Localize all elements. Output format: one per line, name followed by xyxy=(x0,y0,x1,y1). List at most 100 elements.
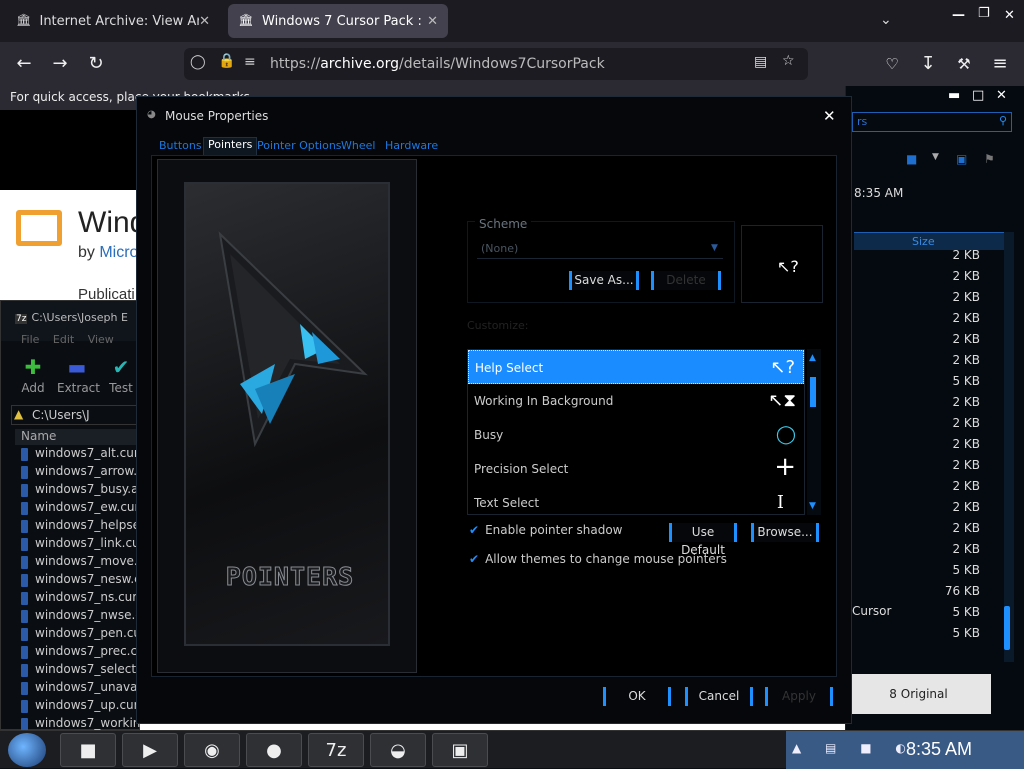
restore-button[interactable]: ❐ xyxy=(978,6,990,21)
file-row[interactable]: windows7_move.c xyxy=(15,554,141,572)
file-row[interactable]: windows7_ns.cur xyxy=(15,590,141,608)
browse-button[interactable]: Browse... xyxy=(751,523,819,542)
test-button[interactable]: ✔ Test xyxy=(101,355,141,395)
mouse-icon[interactable]: ◒ xyxy=(370,733,426,767)
tray-icons[interactable]: ▲ ▤ ■ ◐ xyxy=(792,741,916,755)
lock-icon[interactable]: 🔒 xyxy=(218,53,235,69)
scheme-dropdown[interactable]: (None) xyxy=(477,239,723,259)
file-row[interactable]: windows7_up.cur xyxy=(15,698,141,716)
list-scrollbar[interactable] xyxy=(807,349,821,515)
tab-internet-archive[interactable]: 🏛 Internet Archive: View Archive ✕ xyxy=(6,4,220,38)
help-icon[interactable]: ⚑ xyxy=(984,152,995,166)
tab-list-chevron-icon[interactable]: ⌄ xyxy=(880,12,892,28)
7zip-menu[interactable]: File Edit View xyxy=(1,331,141,349)
apply-button[interactable]: Apply xyxy=(765,687,833,706)
cursor-item-working[interactable]: Working In Background ↖⧗ xyxy=(468,384,804,418)
search-input[interactable]: rs ⚲ xyxy=(852,112,1012,132)
file-row[interactable]: windows7_prec.cu xyxy=(15,644,141,662)
checkmark-icon: ✔ xyxy=(469,552,480,566)
terminal-icon[interactable]: ■ xyxy=(60,733,116,767)
tab-bar: 🏛 Internet Archive: View Archive ✕ 🏛 Win… xyxy=(0,0,1024,42)
pocket-icon[interactable]: ♡ xyxy=(878,50,906,78)
search-text: rs xyxy=(857,115,868,128)
clock[interactable]: 8:35 AM xyxy=(906,739,972,760)
delete-button[interactable]: Delete xyxy=(651,271,721,290)
file-row[interactable]: windows7_busy.an xyxy=(15,482,141,500)
file-row[interactable]: windows7_ew.cur xyxy=(15,500,141,518)
file-row[interactable]: windows7_helpsel xyxy=(15,518,141,536)
menu-icon[interactable]: ≡ xyxy=(986,50,1014,78)
cursor-item-busy[interactable]: Busy ◯ xyxy=(468,418,804,452)
dropdown-icon[interactable]: ▼ xyxy=(932,152,939,162)
permissions-icon[interactable]: ≡ xyxy=(244,54,256,70)
maximize-button[interactable]: □ xyxy=(972,88,984,103)
file-size-cell: 76 KB xyxy=(944,584,980,598)
search-icon[interactable]: ⚲ xyxy=(999,114,1007,127)
scroll-up-icon[interactable]: ▲ xyxy=(809,353,816,363)
7zip-icon[interactable]: 7z xyxy=(308,733,364,767)
path-input[interactable]: ▲ C:\Users\J xyxy=(11,405,141,425)
tab-cursor-pack[interactable]: 🏛 Windows 7 Cursor Pack : Mic ✕ xyxy=(228,4,448,38)
minimize-button[interactable]: — xyxy=(952,8,965,23)
file-row[interactable]: windows7_pen.cu xyxy=(15,626,141,644)
chevron-down-icon[interactable]: ▼ xyxy=(711,243,718,253)
name-column-header[interactable]: Name xyxy=(15,429,141,445)
use-default-button[interactable]: Use Default xyxy=(669,523,737,557)
back-arrow-icon[interactable]: ← xyxy=(10,50,38,78)
allow-themes-checkbox[interactable]: ✔ Allow themes to change mouse pointers xyxy=(469,552,727,566)
scrollbar-thumb[interactable] xyxy=(1004,606,1010,650)
media-player-icon[interactable]: ▶ xyxy=(122,733,178,767)
cursor-item-help-select[interactable]: Help Select ↖? xyxy=(468,350,804,384)
display-icon[interactable]: ▣ xyxy=(432,733,488,767)
reader-view-icon[interactable]: ▤ xyxy=(754,54,767,70)
author-link[interactable]: Micro xyxy=(99,244,138,261)
extensions-icon[interactable]: ⚒ xyxy=(950,50,978,78)
reload-icon[interactable]: ↻ xyxy=(82,50,110,78)
tab-wheel[interactable]: Wheel xyxy=(341,139,375,152)
add-button[interactable]: ✚ Add xyxy=(13,355,53,395)
list-scroll-thumb[interactable] xyxy=(810,377,816,407)
tab-pointer-options[interactable]: Pointer Options xyxy=(257,139,342,152)
cursor-list[interactable]: Help Select ↖? Working In Background ↖⧗ Bu… xyxy=(467,349,805,515)
file-row[interactable]: windows7_nesw.c xyxy=(15,572,141,590)
scheme-label: Scheme xyxy=(475,217,532,231)
cursor-item-text[interactable]: Text Select I xyxy=(468,486,804,514)
shield-icon[interactable]: ◯ xyxy=(190,54,206,70)
download-icon[interactable]: ↧ xyxy=(914,50,942,78)
scroll-down-icon[interactable]: ▼ xyxy=(809,501,816,511)
close-tab-icon[interactable]: ✕ xyxy=(199,14,210,29)
cursor-item-precision[interactable]: Precision Select + xyxy=(468,452,804,486)
browser-icon[interactable]: ◉ xyxy=(184,733,240,767)
ok-button[interactable]: OK xyxy=(603,687,671,706)
tab-buttons[interactable]: Buttons xyxy=(159,139,202,152)
start-button[interactable] xyxy=(8,733,46,767)
preview-pane-icon[interactable]: ▣ xyxy=(956,152,967,166)
close-icon[interactable]: ✕ xyxy=(823,107,836,125)
firefox-icon[interactable]: ● xyxy=(246,733,302,767)
url-bar[interactable]: ◯ 🔒 ≡ https:// archive.org /details/Wind… xyxy=(184,48,808,80)
file-row[interactable]: windows7_select.c xyxy=(15,662,141,680)
forward-arrow-icon[interactable]: → xyxy=(46,50,74,78)
folder-up-icon[interactable]: ▲ xyxy=(14,407,23,421)
extract-button[interactable]: ▬ Extract xyxy=(57,355,100,395)
save-as-button[interactable]: Save As... xyxy=(569,271,639,290)
close-button[interactable]: ✕ xyxy=(996,88,1007,103)
view-icon[interactable]: ■ xyxy=(906,152,917,166)
close-window-button[interactable]: ✕ xyxy=(1004,8,1015,23)
7zip-window: 7z C:\Users\Joseph E File Edit View ✚ Add … xyxy=(0,300,141,731)
minimize-button[interactable]: ▬ xyxy=(948,88,960,103)
scrollbar[interactable] xyxy=(1004,232,1014,662)
tab-hardware[interactable]: Hardware xyxy=(385,139,438,152)
pointer-shadow-label: Enable pointer shadow xyxy=(485,523,623,537)
file-row[interactable]: windows7_arrow.c xyxy=(15,464,141,482)
file-row[interactable]: windows7_nwse.c xyxy=(15,608,141,626)
pointer-shadow-checkbox[interactable]: ✔ Enable pointer shadow xyxy=(469,523,622,537)
tab-pointers[interactable]: Pointers xyxy=(203,137,258,155)
bookmark-star-icon[interactable]: ☆ xyxy=(782,53,795,69)
file-row[interactable]: windows7_alt.cur xyxy=(15,446,141,464)
book-icon xyxy=(16,210,62,246)
file-row[interactable]: windows7_link.cur xyxy=(15,536,141,554)
file-row[interactable]: windows7_unavail xyxy=(15,680,141,698)
cancel-button[interactable]: Cancel xyxy=(685,687,753,706)
close-tab-icon[interactable]: ✕ xyxy=(427,14,438,29)
